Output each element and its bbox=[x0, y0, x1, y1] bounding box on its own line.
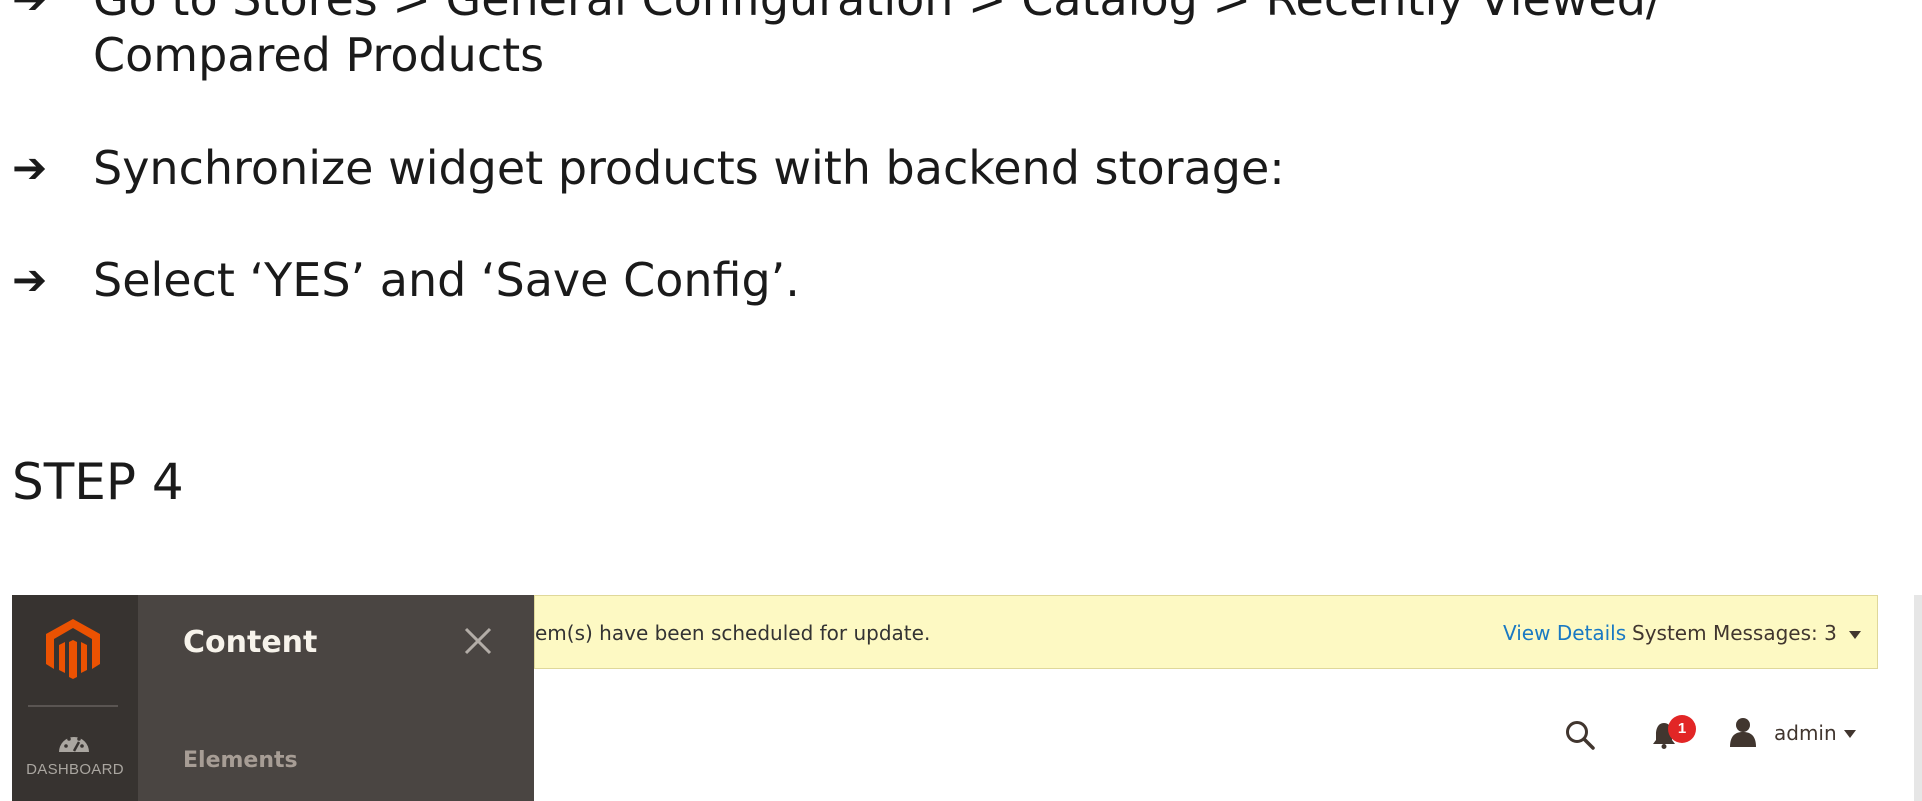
step-text: Go to Stores > General Configuration > C… bbox=[93, 0, 1661, 27]
step-text: Synchronize widget products with backend… bbox=[93, 141, 1285, 195]
step-item: ➔ Synchronize widget products with backe… bbox=[0, 140, 1922, 196]
step-text: Select ‘YES’ and ‘Save Config’. bbox=[93, 253, 800, 307]
system-messages-label: System Messages: 3 bbox=[1632, 621, 1837, 645]
step-heading: STEP 4 bbox=[12, 453, 184, 511]
menu-item-elements[interactable]: Elements bbox=[183, 748, 298, 773]
system-messages-dropdown[interactable]: System Messages: 3 bbox=[1632, 621, 1861, 645]
scrollbar[interactable] bbox=[1914, 595, 1922, 801]
chevron-down-icon bbox=[1848, 630, 1861, 639]
user-name: admin bbox=[1774, 721, 1837, 745]
notifications-button[interactable]: 1 bbox=[1652, 715, 1698, 755]
admin-sidebar: DASHBOARD bbox=[12, 595, 138, 801]
notice-message: em(s) have been scheduled for update. bbox=[535, 621, 931, 645]
admin-screenshot: DASHBOARD Content Elements em(s) have be… bbox=[12, 595, 1922, 801]
sidebar-divider bbox=[28, 705, 118, 707]
sidebar-item-dashboard[interactable]: DASHBOARD bbox=[12, 761, 138, 778]
content-menu-panel: Content Elements bbox=[138, 595, 534, 801]
magento-logo-icon[interactable] bbox=[46, 619, 100, 679]
arrow-icon: ➔ bbox=[12, 0, 47, 27]
close-icon[interactable] bbox=[460, 623, 496, 659]
search-icon[interactable] bbox=[1564, 719, 1596, 751]
notification-badge: 1 bbox=[1668, 715, 1696, 743]
user-icon bbox=[1730, 718, 1756, 747]
step-text-continued: Compared Products bbox=[93, 28, 545, 82]
chevron-down-icon bbox=[1844, 730, 1856, 738]
step-item: ➔ Select ‘YES’ and ‘Save Config’. bbox=[0, 252, 1922, 308]
system-notice-bar: em(s) have been scheduled for update. Vi… bbox=[534, 595, 1878, 669]
arrow-icon: ➔ bbox=[12, 143, 48, 192]
arrow-icon: ➔ bbox=[12, 255, 48, 304]
menu-title: Content bbox=[183, 625, 318, 660]
speedometer-icon[interactable] bbox=[57, 730, 91, 754]
view-details-link[interactable]: View Details bbox=[1503, 621, 1626, 645]
step-item: ➔ Go to Stores > General Configuration >… bbox=[0, 0, 1922, 91]
